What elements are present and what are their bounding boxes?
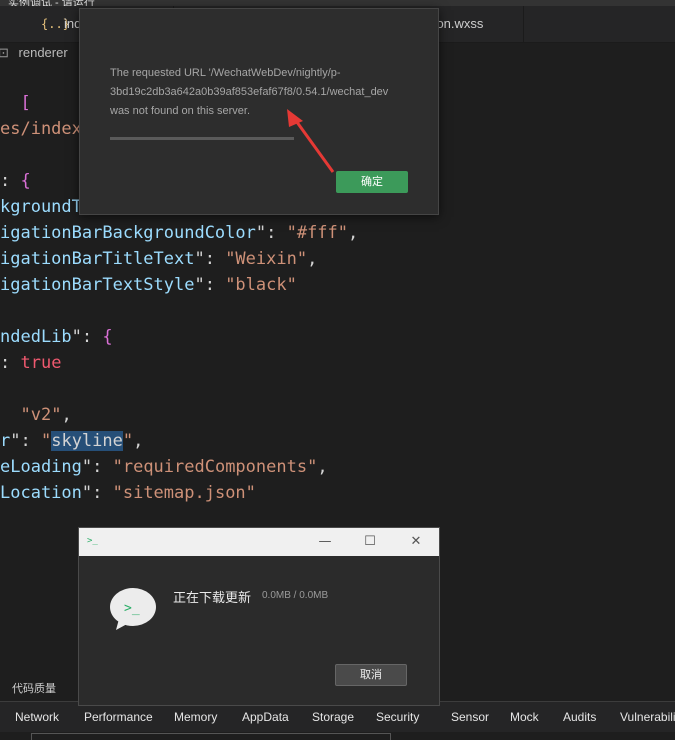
code-line: igationBarTextStyle": "black": [0, 272, 440, 298]
code-token: {: [102, 327, 113, 347]
error-message-line: 3bd19c2db3a642a0b39af853efaf67f8/0.54.1/…: [110, 86, 389, 98]
update-status-text: 正在下载更新: [173, 591, 252, 606]
breadcrumb-icon: ⊡: [0, 45, 9, 60]
code-line: r": "skyline",: [0, 428, 440, 454]
code-token: ":: [194, 275, 226, 295]
error-dialog: The requested URL '/WechatWebDev/nightly…: [79, 8, 439, 215]
error-message-line: The requested URL '/WechatWebDev/nightly…: [110, 67, 341, 79]
code-token: "#fff": [286, 223, 349, 243]
code-token: "Weixin": [225, 249, 308, 269]
code-token: ,: [317, 457, 328, 477]
code-token: igationBarBackgroundColor: [0, 223, 256, 243]
code-line: igationBarBackgroundColor": "#fff",: [0, 220, 440, 246]
code-token: ":: [10, 431, 41, 451]
breadcrumb-label: renderer: [18, 45, 68, 60]
cancel-button[interactable]: 取消: [335, 664, 407, 686]
code-line: eLoading": "requiredComponents",: [0, 454, 440, 480]
code-token: [: [20, 93, 31, 113]
chat-bubble-glyph: >_: [124, 601, 140, 616]
code-line: ndedLib": {: [0, 324, 440, 350]
devtools-tab-audits[interactable]: Audits: [563, 710, 596, 724]
wechat-devtools-logo-icon: >_: [87, 536, 98, 546]
devtools-toolbar: [0, 732, 675, 740]
code-token: :: [0, 353, 21, 373]
error-progress-bar: [110, 137, 294, 140]
code-token: true: [20, 353, 62, 373]
code-token: ,: [133, 431, 144, 451]
code-token: "black": [225, 275, 297, 295]
code-token: ": [40, 431, 52, 451]
code-token: ":: [194, 249, 226, 269]
code-line: "v2",: [0, 402, 440, 428]
code-token: eLoading: [0, 457, 82, 477]
code-token: :: [0, 171, 21, 191]
minimize-icon[interactable]: —: [305, 528, 345, 556]
code-token: ndedLib: [0, 327, 72, 347]
code-token: ":: [81, 457, 113, 477]
devtools-tab-security[interactable]: Security: [376, 710, 419, 724]
error-message-line: was not found on this server.: [110, 105, 251, 117]
code-token: igationBarTitleText: [0, 249, 195, 269]
code-token: kgroundT: [0, 197, 82, 217]
breadcrumb: ⊡ renderer: [0, 43, 68, 63]
code-token: ":: [71, 327, 103, 347]
ok-button[interactable]: 确定: [336, 171, 408, 193]
devtools-tab-mock[interactable]: Mock: [510, 710, 539, 724]
code-token: ,: [61, 405, 72, 425]
code-quality-tab[interactable]: 代码质量: [12, 680, 56, 696]
close-icon[interactable]: ✕: [396, 528, 436, 556]
download-progress-text: 0.0MB / 0.0MB: [262, 590, 329, 601]
devtools-tab-appdata[interactable]: AppData: [242, 710, 289, 724]
devtools-tab-network[interactable]: Network: [15, 710, 59, 724]
devtools-tab-memory[interactable]: Memory: [174, 710, 217, 724]
chat-bubble-icon: >_: [110, 588, 156, 630]
error-message: The requested URL '/WechatWebDev/nightly…: [110, 64, 410, 121]
code-token: ,: [307, 249, 318, 269]
code-token: igationBarTextStyle: [0, 275, 195, 295]
devtools-tab-sensor[interactable]: Sensor: [451, 710, 489, 724]
update-dialog: >_ — ☐ ✕ >_ 正在下载更新 0.0MB / 0.0MB 取消: [78, 527, 440, 706]
code-token: ,: [348, 223, 359, 243]
code-token: r: [0, 431, 11, 451]
devtools-tab-vulnerability[interactable]: Vulnerabili: [620, 710, 675, 724]
code-line: Location": "sitemap.json": [0, 480, 440, 506]
devtools-tab-performance[interactable]: Performance: [84, 710, 153, 724]
code-token: "sitemap.json": [112, 483, 256, 503]
code-token: "v2": [20, 405, 62, 425]
code-line: : true: [0, 350, 440, 376]
code-token: ":: [81, 483, 113, 503]
devtools-tab-bar: Network Performance Memory AppData Stora…: [0, 702, 675, 732]
code-token: ":: [255, 223, 287, 243]
update-dialog-title-bar: >_ — ☐ ✕: [79, 528, 439, 556]
devtools-tab-storage[interactable]: Storage: [312, 710, 354, 724]
code-token: Location: [0, 483, 82, 503]
code-token: ": [122, 431, 134, 451]
code-line: igationBarTitleText": "Weixin",: [0, 246, 440, 272]
maximize-icon[interactable]: ☐: [350, 528, 390, 556]
code-token: es/index: [0, 119, 82, 139]
code-token: "requiredComponents": [112, 457, 318, 477]
code-token: {: [20, 171, 31, 191]
code-token: skyline: [51, 431, 123, 451]
